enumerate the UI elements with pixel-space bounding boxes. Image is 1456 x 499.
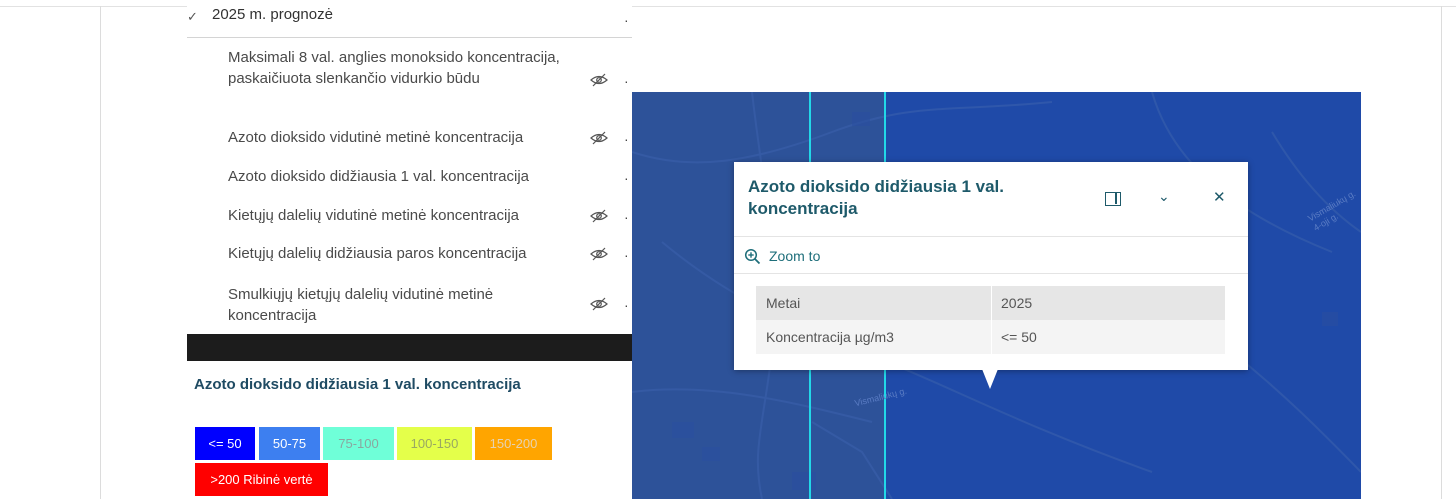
layer-item[interactable]: Kietųjų dalelių vidutinė metinė koncentr… <box>187 205 632 227</box>
legend-swatch: 75-100 <box>323 427 394 460</box>
zoom-to-label: Zoom to <box>769 248 821 264</box>
eye-off-icon[interactable] <box>590 131 608 145</box>
layer-label: Smulkiųjų kietųjų dalelių vidutinė metin… <box>228 286 494 324</box>
attribute-key: Koncentracija µg/m3 <box>766 329 894 345</box>
layer-options-icon[interactable]: · <box>624 248 629 262</box>
layer-label: Azoto dioksido didžiausia 1 val. koncent… <box>228 168 530 185</box>
legend-swatch: 150-200 <box>475 427 552 460</box>
layer-options-icon[interactable]: · <box>624 13 629 27</box>
legend-swatch: 100-150 <box>397 427 472 460</box>
frame-divider <box>1441 6 1442 499</box>
eye-off-icon[interactable] <box>590 247 608 261</box>
check-icon[interactable]: ✓ <box>187 9 198 25</box>
panel-divider-bar <box>187 334 632 361</box>
eye-off-icon[interactable] <box>590 297 608 311</box>
dock-icon[interactable] <box>1105 192 1121 206</box>
legend-swatch: 50-75 <box>259 427 320 460</box>
layer-item[interactable]: Maksimali 8 val. anglies monoksido konce… <box>187 46 632 112</box>
layer-options-icon[interactable]: · <box>624 132 629 146</box>
layer-options-icon[interactable]: · <box>624 298 629 312</box>
table-divider <box>991 286 992 320</box>
layer-options-icon[interactable]: · <box>624 210 629 224</box>
layer-options-icon[interactable]: · <box>624 74 629 88</box>
layer-label: Maksimali 8 val. anglies monoksido konce… <box>228 49 560 87</box>
layer-item[interactable]: Smulkiųjų kietųjų dalelių vidutinė metin… <box>187 284 632 328</box>
chevron-down-icon[interactable]: ⌄ <box>1158 188 1170 205</box>
close-icon[interactable]: ✕ <box>1213 188 1226 206</box>
attribute-value: 2025 <box>1001 295 1033 311</box>
app-frame: ✓ 2025 m. prognozė · Maksimali 8 val. an… <box>0 0 1456 499</box>
layer-label: Kietųjų dalelių didžiausia paros koncent… <box>228 245 527 262</box>
zoom-in-icon <box>744 248 761 264</box>
eye-off-icon[interactable] <box>590 209 608 223</box>
layer-label: Kietųjų dalelių vidutinė metinė koncentr… <box>228 207 520 224</box>
popup-divider <box>734 236 1248 237</box>
layer-group-label: 2025 m. prognozė <box>212 6 333 23</box>
layer-label: Azoto dioksido vidutinė metinė koncentra… <box>228 129 524 146</box>
legend-swatch: >200 Ribinė vertė <box>195 463 328 496</box>
attribute-table: Metai 2025 Koncentracija µg/m3 <= 50 <box>756 286 1225 354</box>
layer-item[interactable]: Azoto dioksido vidutinė metinė koncentra… <box>187 127 632 149</box>
legend-swatch: <= 50 <box>195 427 255 460</box>
frame-divider <box>100 6 101 499</box>
layer-item[interactable]: Kietųjų dalelių didžiausia paros koncent… <box>187 243 632 265</box>
table-divider <box>991 320 992 354</box>
layer-list-panel: ✓ 2025 m. prognozė · Maksimali 8 val. an… <box>187 0 632 335</box>
layer-item[interactable]: Azoto dioksido didžiausia 1 val. koncent… <box>187 166 632 188</box>
popup-title: Azoto dioksido didžiausia 1 val. koncent… <box>748 177 1004 218</box>
table-row: Metai 2025 <box>756 286 1225 320</box>
popup-pointer <box>982 369 998 389</box>
layer-group-2025[interactable]: ✓ 2025 m. prognozė · <box>187 0 632 38</box>
legend-title: Azoto dioksido didžiausia 1 val. koncent… <box>194 376 521 393</box>
table-row: Koncentracija µg/m3 <= 50 <box>756 320 1225 354</box>
attribute-value: <= 50 <box>1001 329 1037 345</box>
layer-options-icon[interactable]: · <box>624 171 629 185</box>
feature-popup: Azoto dioksido didžiausia 1 val. koncent… <box>734 162 1248 370</box>
zoom-to-button[interactable]: Zoom to <box>744 246 820 266</box>
attribute-key: Metai <box>766 295 801 311</box>
eye-off-icon[interactable] <box>590 73 608 87</box>
popup-divider <box>734 273 1248 274</box>
